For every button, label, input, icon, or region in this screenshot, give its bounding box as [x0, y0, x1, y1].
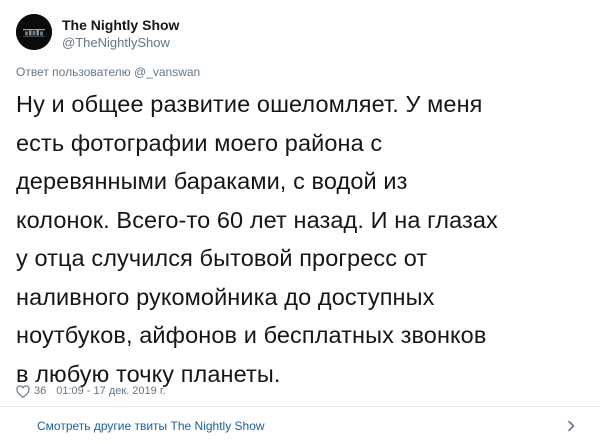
tweet-text: Ну и общее развитие ошеломляет. У меня е…: [16, 85, 588, 393]
tweet-text-line: наливного рукомойника до доступных: [16, 283, 435, 310]
avatar[interactable]: [16, 14, 52, 50]
reply-context: Ответ пользователю @_vanswan: [16, 65, 201, 79]
tweet-card: The Nightly Show @TheNightlyShow Ответ п…: [0, 0, 600, 444]
tweet-text-line: ноутбуков, айфонов и бесплатных звонков: [16, 322, 487, 348]
tweet-text-line: есть фотографии моего района с: [16, 129, 383, 156]
author-name[interactable]: The Nightly Show: [62, 17, 179, 33]
author-handle[interactable]: @TheNightlyShow: [62, 35, 170, 50]
more-tweets-footer[interactable]: Смотреть другие твиты The Nightly Show: [0, 407, 600, 444]
tweet-text-line: колонок. Всего-то 60 лет назад. И на гла…: [16, 206, 498, 233]
more-tweets-link[interactable]: Смотреть другие твиты The Nightly Show: [37, 419, 265, 433]
tweet-timestamp[interactable]: 01:09 - 17 дек. 2019 г.: [56, 385, 165, 397]
tweet-text-line: Ну и общее развитие ошеломляет. У меня: [16, 91, 483, 117]
tweet-text-line: у отца случился бытовой прогресс от: [16, 245, 428, 271]
heart-icon[interactable]: [16, 384, 30, 398]
tweet-text-line: деревянными бараками, с водой из: [16, 168, 408, 194]
like-count[interactable]: 36: [34, 385, 46, 397]
tweet-meta: 36 01:09 - 17 дек. 2019 г.: [16, 383, 166, 399]
chevron-right-icon[interactable]: [566, 419, 576, 432]
nightly-show-logo-icon: [16, 14, 52, 50]
